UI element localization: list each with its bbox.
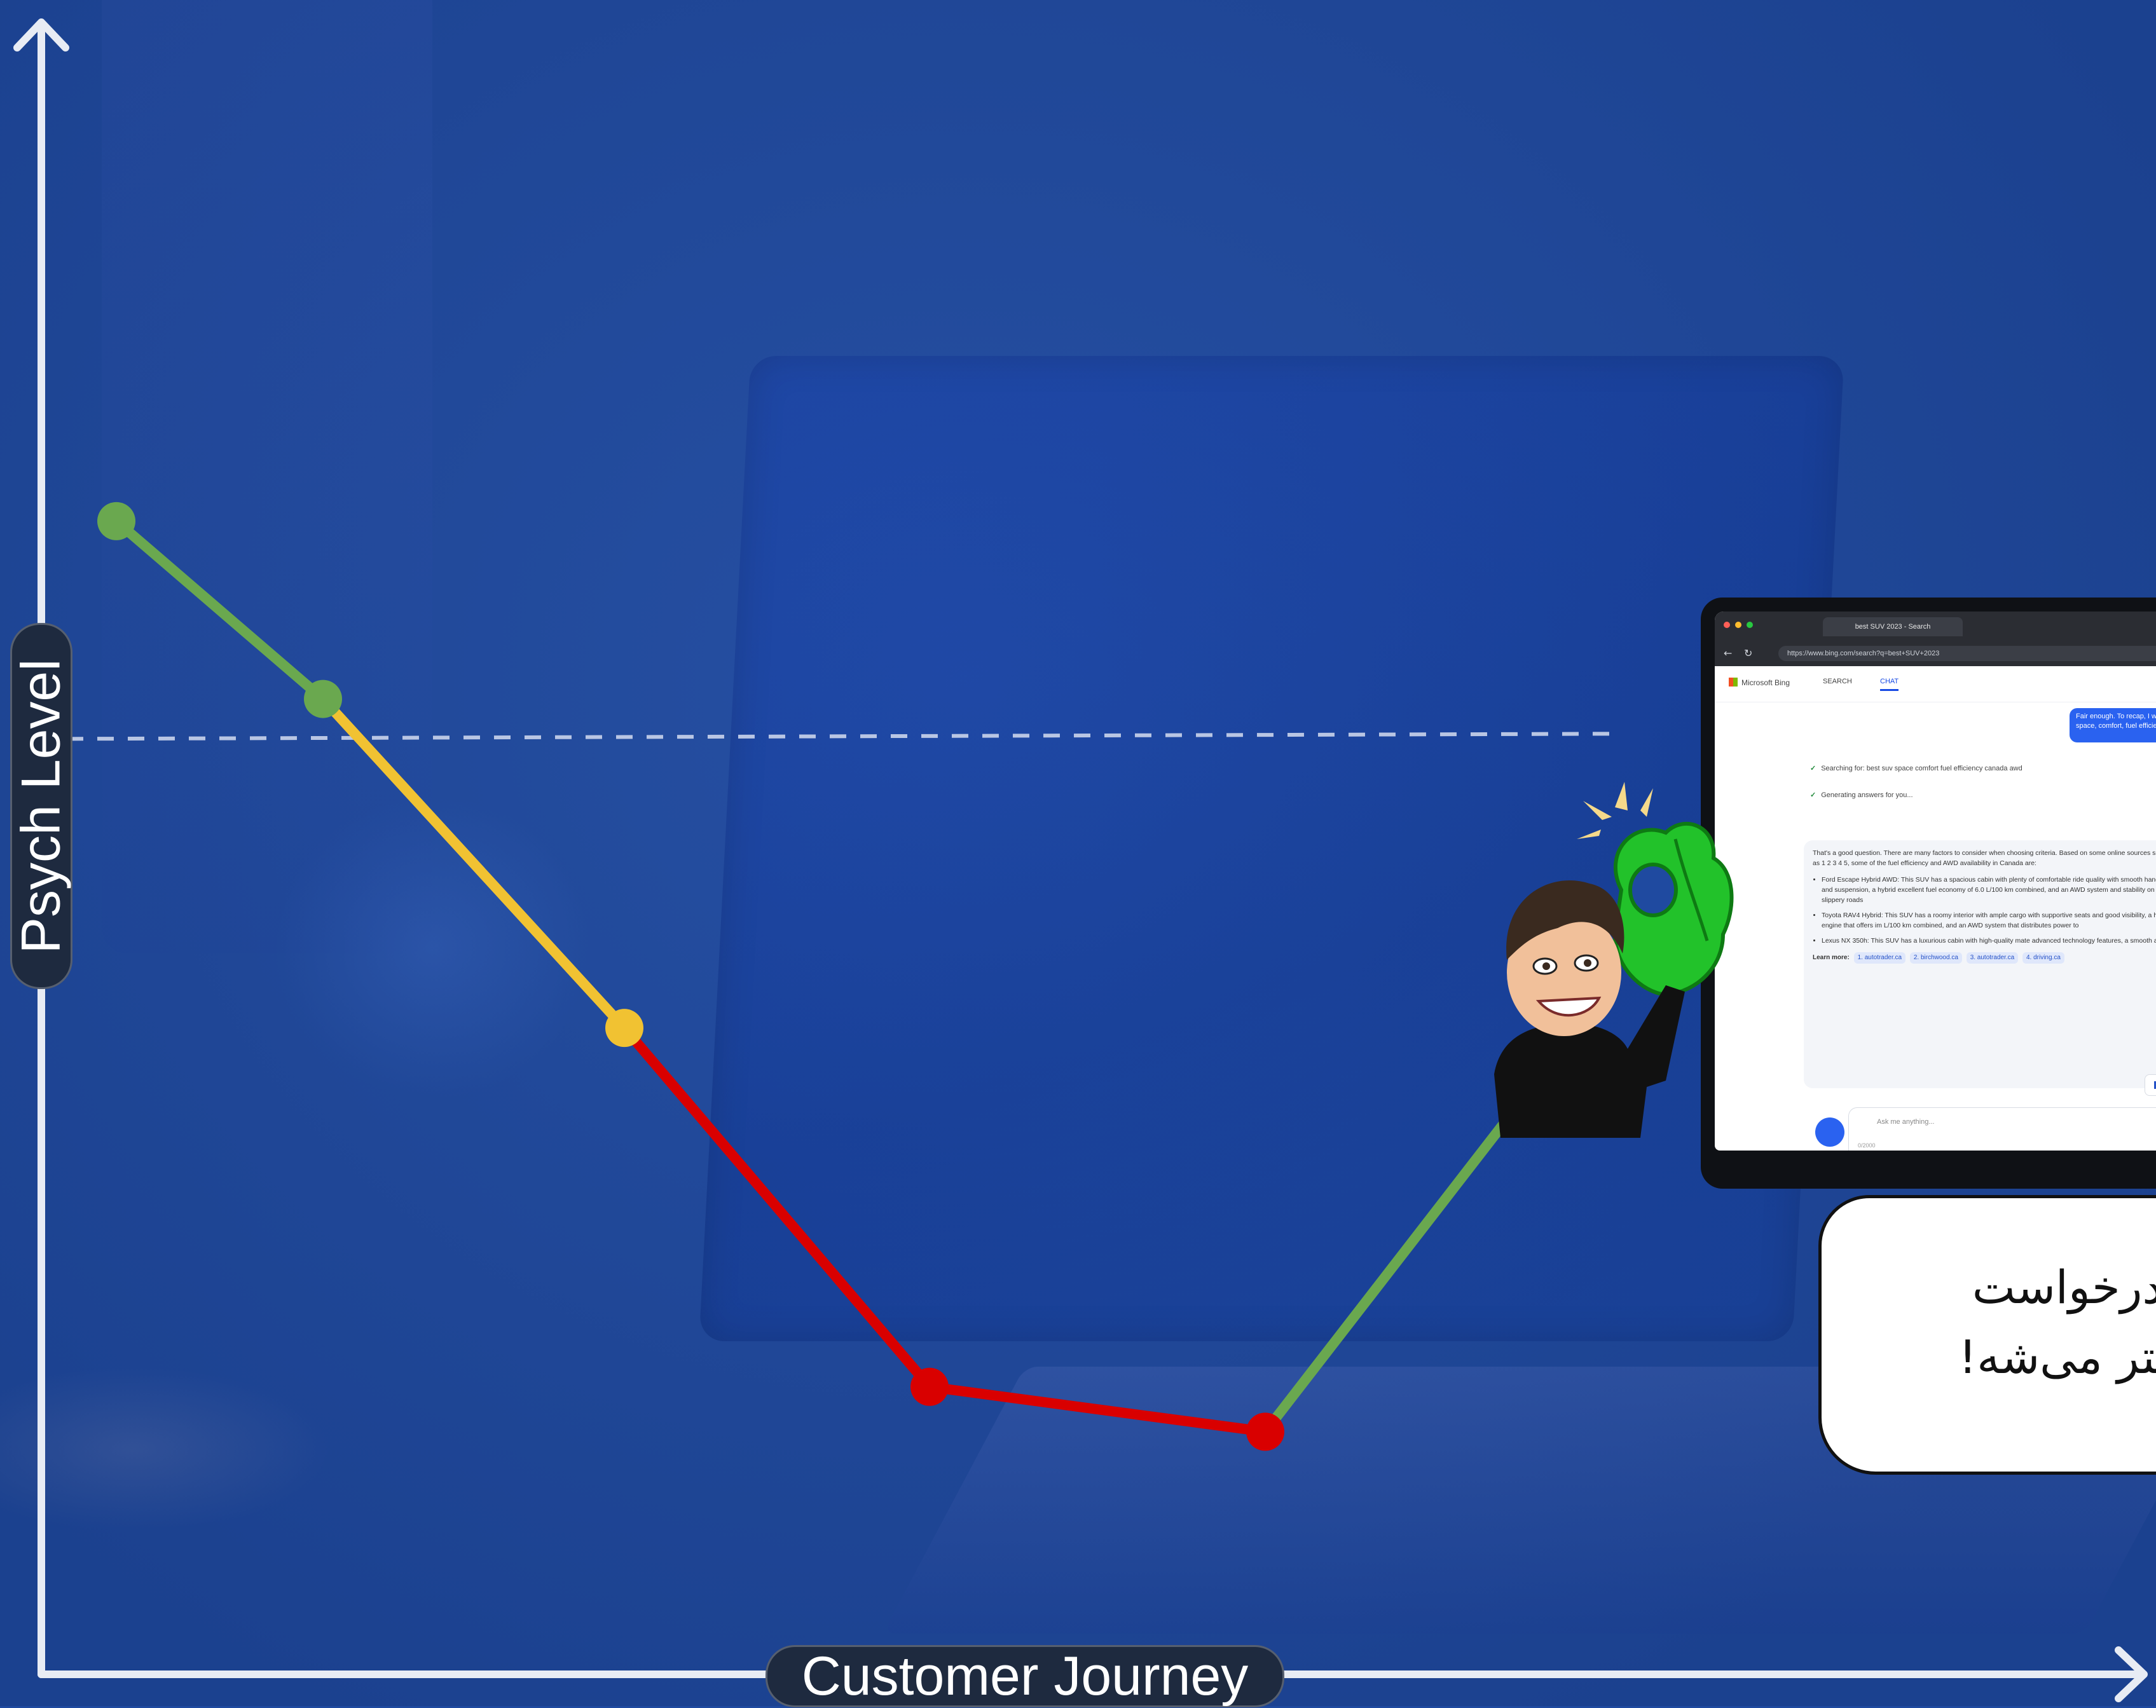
speech-bubble: .. با درخواست ت بهتر می‌شه! — [1818, 1195, 2156, 1475]
journey-point — [1246, 1412, 1284, 1451]
x-axis-label: Customer Journey — [766, 1645, 1284, 1707]
journey-segment — [619, 1023, 935, 1392]
speech-bubble-text: .. با درخواست ت بهتر می‌شه! — [1866, 1252, 2156, 1392]
journey-point — [605, 1009, 643, 1048]
character-illustration — [1494, 782, 1734, 1138]
journey-point — [97, 502, 135, 540]
y-axis-label: Psych Level — [10, 623, 72, 989]
y-axis-label-text: Psych Level — [10, 659, 72, 953]
journey-segment — [318, 693, 629, 1034]
bubble-line-2: ت بهتر می‌شه! — [1958, 1330, 2156, 1384]
reference-dashed-line — [66, 732, 1616, 741]
foam-hand-icon — [1612, 821, 1734, 997]
journey-point — [910, 1367, 949, 1406]
x-axis-label-text: Customer Journey — [801, 1645, 1249, 1707]
journey-segment — [111, 516, 328, 704]
journey-point — [304, 680, 342, 718]
diagram-canvas: best SUV 2023 - Search ← ↻ https://www.b… — [0, 0, 2156, 1707]
bubble-line-1: .. با درخواست — [1972, 1261, 2156, 1314]
journey-segment — [924, 1381, 1270, 1437]
